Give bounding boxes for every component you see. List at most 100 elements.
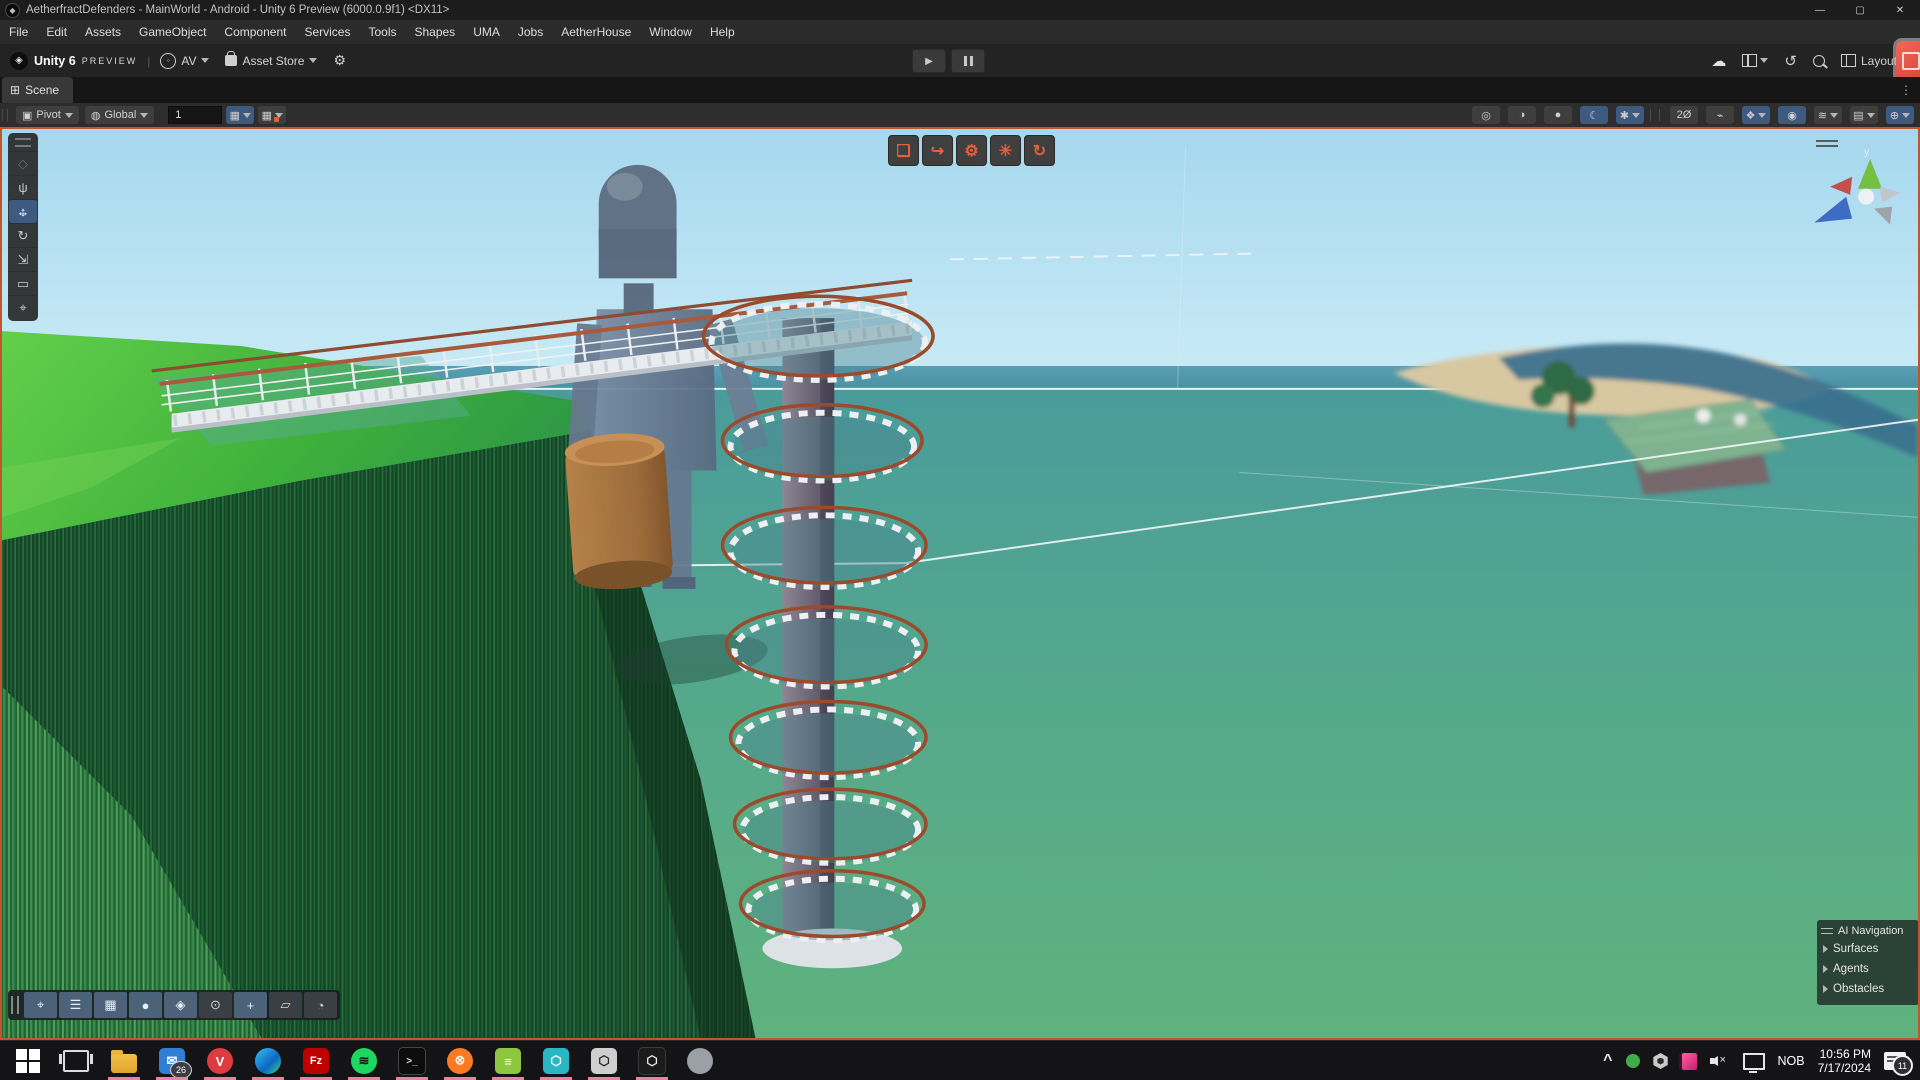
always-refresh-button[interactable]: ❖ bbox=[1742, 106, 1770, 124]
maximize-button[interactable]: ▢ bbox=[1840, 0, 1880, 20]
menu-aetherhouse[interactable]: AetherHouse bbox=[552, 25, 640, 39]
camera-preview-button[interactable]: ▱ bbox=[269, 992, 302, 1018]
menu-window[interactable]: Window bbox=[640, 25, 701, 39]
menu-help[interactable]: Help bbox=[701, 25, 744, 39]
center-overlay-button[interactable]: + bbox=[234, 992, 267, 1018]
play-button[interactable]: ▶ bbox=[912, 49, 946, 73]
scene-canvas[interactable]: y ◇ ψ ↔↕ ↻ ⇲ ▭ ⌖ bbox=[0, 127, 1920, 1040]
scale-tool[interactable]: ⇲ bbox=[9, 247, 37, 271]
search-icon[interactable] bbox=[1813, 55, 1825, 67]
cloud-icon[interactable]: ☁ bbox=[1711, 52, 1726, 70]
tab-scene[interactable]: ⊞ Scene bbox=[2, 77, 73, 103]
close-button[interactable]: ✕ bbox=[1880, 0, 1920, 20]
notepadpp-icon[interactable]: ≡ bbox=[494, 1041, 522, 1080]
camera-view-button[interactable]: ▤ bbox=[1850, 106, 1878, 124]
overlay-visibility-button[interactable]: 2Ø bbox=[1670, 106, 1698, 124]
search-overlay-button[interactable]: ⊙ bbox=[199, 992, 232, 1018]
xampp-icon[interactable]: ꕕ bbox=[446, 1041, 474, 1080]
rotate-tool[interactable]: ↻ bbox=[9, 223, 37, 247]
hand-tool[interactable]: ψ bbox=[9, 175, 37, 199]
ai-nav-surfaces[interactable]: Surfaces bbox=[1817, 939, 1919, 959]
menu-services[interactable]: Services bbox=[295, 25, 359, 39]
tray-chevron-up-icon[interactable]: ^ bbox=[1603, 1052, 1612, 1070]
tray-unity-hex-icon[interactable] bbox=[1653, 1053, 1669, 1069]
menu-component[interactable]: Component bbox=[215, 25, 295, 39]
add-object-tool[interactable]: ❏ bbox=[888, 135, 919, 166]
audio-effects-button[interactable]: ✱ bbox=[1616, 106, 1644, 124]
render-mode-button[interactable]: ● bbox=[1544, 106, 1572, 124]
view-options-button[interactable]: ☰ bbox=[59, 992, 92, 1018]
gizmos-toggle-button[interactable]: ⊕ bbox=[1886, 106, 1914, 124]
tray-green-icon[interactable] bbox=[1626, 1054, 1640, 1068]
ai-nav-obstacles[interactable]: Obstacles bbox=[1817, 979, 1919, 999]
compass-button[interactable]: ◔ bbox=[304, 992, 337, 1018]
menu-assets[interactable]: Assets bbox=[76, 25, 130, 39]
scene-lighting-button[interactable]: ☾ bbox=[1580, 106, 1608, 124]
clock-time: 10:56 PM bbox=[1820, 1047, 1871, 1061]
account-dropdown[interactable]: ◦ AV bbox=[160, 53, 209, 69]
terminal-icon[interactable]: >_ bbox=[398, 1041, 426, 1080]
language-indicator[interactable]: NOB bbox=[1778, 1054, 1805, 1068]
view-tool[interactable]: ◇ bbox=[9, 151, 37, 175]
menu-jobs[interactable]: Jobs bbox=[509, 25, 552, 39]
unity-hub-icon[interactable]: ⬡ bbox=[542, 1041, 570, 1080]
task-view-button[interactable] bbox=[62, 1041, 90, 1080]
menu-gameobject[interactable]: GameObject bbox=[130, 25, 215, 39]
pause-button[interactable] bbox=[951, 49, 985, 73]
effects-tool[interactable]: ✳ bbox=[990, 135, 1021, 166]
mail-icon[interactable]: ✉ 26 bbox=[158, 1041, 186, 1080]
menu-file[interactable]: File bbox=[0, 25, 37, 39]
snap-settings-button[interactable]: ▦ bbox=[258, 106, 286, 124]
layers-button[interactable]: ≋ bbox=[1814, 106, 1842, 124]
shading-mode-button[interactable]: ◑ bbox=[1508, 106, 1536, 124]
menu-shapes[interactable]: Shapes bbox=[405, 25, 464, 39]
tray-pink-icon[interactable] bbox=[1682, 1053, 1697, 1070]
refresh-tool[interactable]: ↻ bbox=[1024, 135, 1055, 166]
tab-overflow-icon[interactable]: ⋮ bbox=[1900, 83, 1912, 97]
scene-camera-settings-button[interactable]: ◎ bbox=[1472, 106, 1500, 124]
pivot-dropdown[interactable]: ▣ Pivot bbox=[16, 106, 79, 124]
multiplayer-dropdown[interactable] bbox=[1742, 54, 1768, 67]
grid-visual-button[interactable]: ▦ bbox=[94, 992, 127, 1018]
minimize-button[interactable]: — bbox=[1800, 0, 1840, 20]
scene-view: ▣ Pivot ◍ Global 1 ▦ ▦ ◎ ◑ ● bbox=[0, 103, 1920, 1040]
menu-edit[interactable]: Edit bbox=[37, 25, 76, 39]
particles-button[interactable]: ◈ bbox=[164, 992, 197, 1018]
move-tool[interactable]: ↔↕ bbox=[9, 199, 37, 223]
overlay-menu-handle[interactable] bbox=[1816, 137, 1838, 150]
file-explorer-icon[interactable] bbox=[110, 1041, 138, 1080]
render-sphere-button[interactable]: ● bbox=[129, 992, 162, 1018]
gear-icon[interactable]: ⚙ bbox=[333, 52, 346, 69]
notification-center-icon[interactable]: 11 bbox=[1884, 1052, 1906, 1070]
start-button[interactable] bbox=[14, 1041, 42, 1080]
menu-tools[interactable]: Tools bbox=[359, 25, 405, 39]
filezilla-icon[interactable]: Fz bbox=[302, 1041, 330, 1080]
unity-editor-light-icon[interactable]: ⬡ bbox=[590, 1041, 618, 1080]
fx-toggle-button[interactable]: ⌁ bbox=[1706, 106, 1734, 124]
overlay-drag-handle[interactable] bbox=[15, 138, 31, 147]
snap-increment-input[interactable]: 1 bbox=[168, 106, 222, 124]
camera-move-button[interactable]: ⌖ bbox=[24, 992, 57, 1018]
step-custom-icon[interactable] bbox=[1896, 41, 1920, 81]
volume-muted-icon[interactable]: × bbox=[1710, 1053, 1730, 1069]
history-icon[interactable]: ↺ bbox=[1784, 52, 1797, 70]
menu-uma[interactable]: UMA bbox=[464, 25, 509, 39]
overlay-drag-handle[interactable] bbox=[11, 996, 19, 1014]
app-icon-extra[interactable] bbox=[686, 1041, 714, 1080]
scene-visibility-button[interactable]: ◉ bbox=[1778, 106, 1806, 124]
grid-snapping-toggle[interactable]: ▦ bbox=[226, 106, 254, 124]
ai-nav-agents[interactable]: Agents bbox=[1817, 959, 1919, 979]
rect-tool[interactable]: ▭ bbox=[9, 271, 37, 295]
unity-editor-dark-icon[interactable]: ⬡ bbox=[638, 1041, 666, 1080]
transform-tool[interactable]: ⌖ bbox=[9, 295, 37, 319]
overlay-drag-handle[interactable] bbox=[1821, 928, 1833, 934]
export-tool[interactable]: ↪ bbox=[922, 135, 953, 166]
spotify-icon[interactable]: ≋ bbox=[350, 1041, 378, 1080]
network-icon[interactable] bbox=[1743, 1053, 1765, 1070]
asset-store-dropdown[interactable]: Asset Store bbox=[225, 54, 317, 68]
settings-tool[interactable]: ⚙ bbox=[956, 135, 987, 166]
handle-orientation-dropdown[interactable]: ◍ Global bbox=[85, 106, 154, 124]
edge-icon[interactable] bbox=[254, 1041, 282, 1080]
clock[interactable]: 10:56 PM 7/17/2024 bbox=[1818, 1047, 1871, 1075]
vivaldi-icon[interactable]: V bbox=[206, 1041, 234, 1080]
